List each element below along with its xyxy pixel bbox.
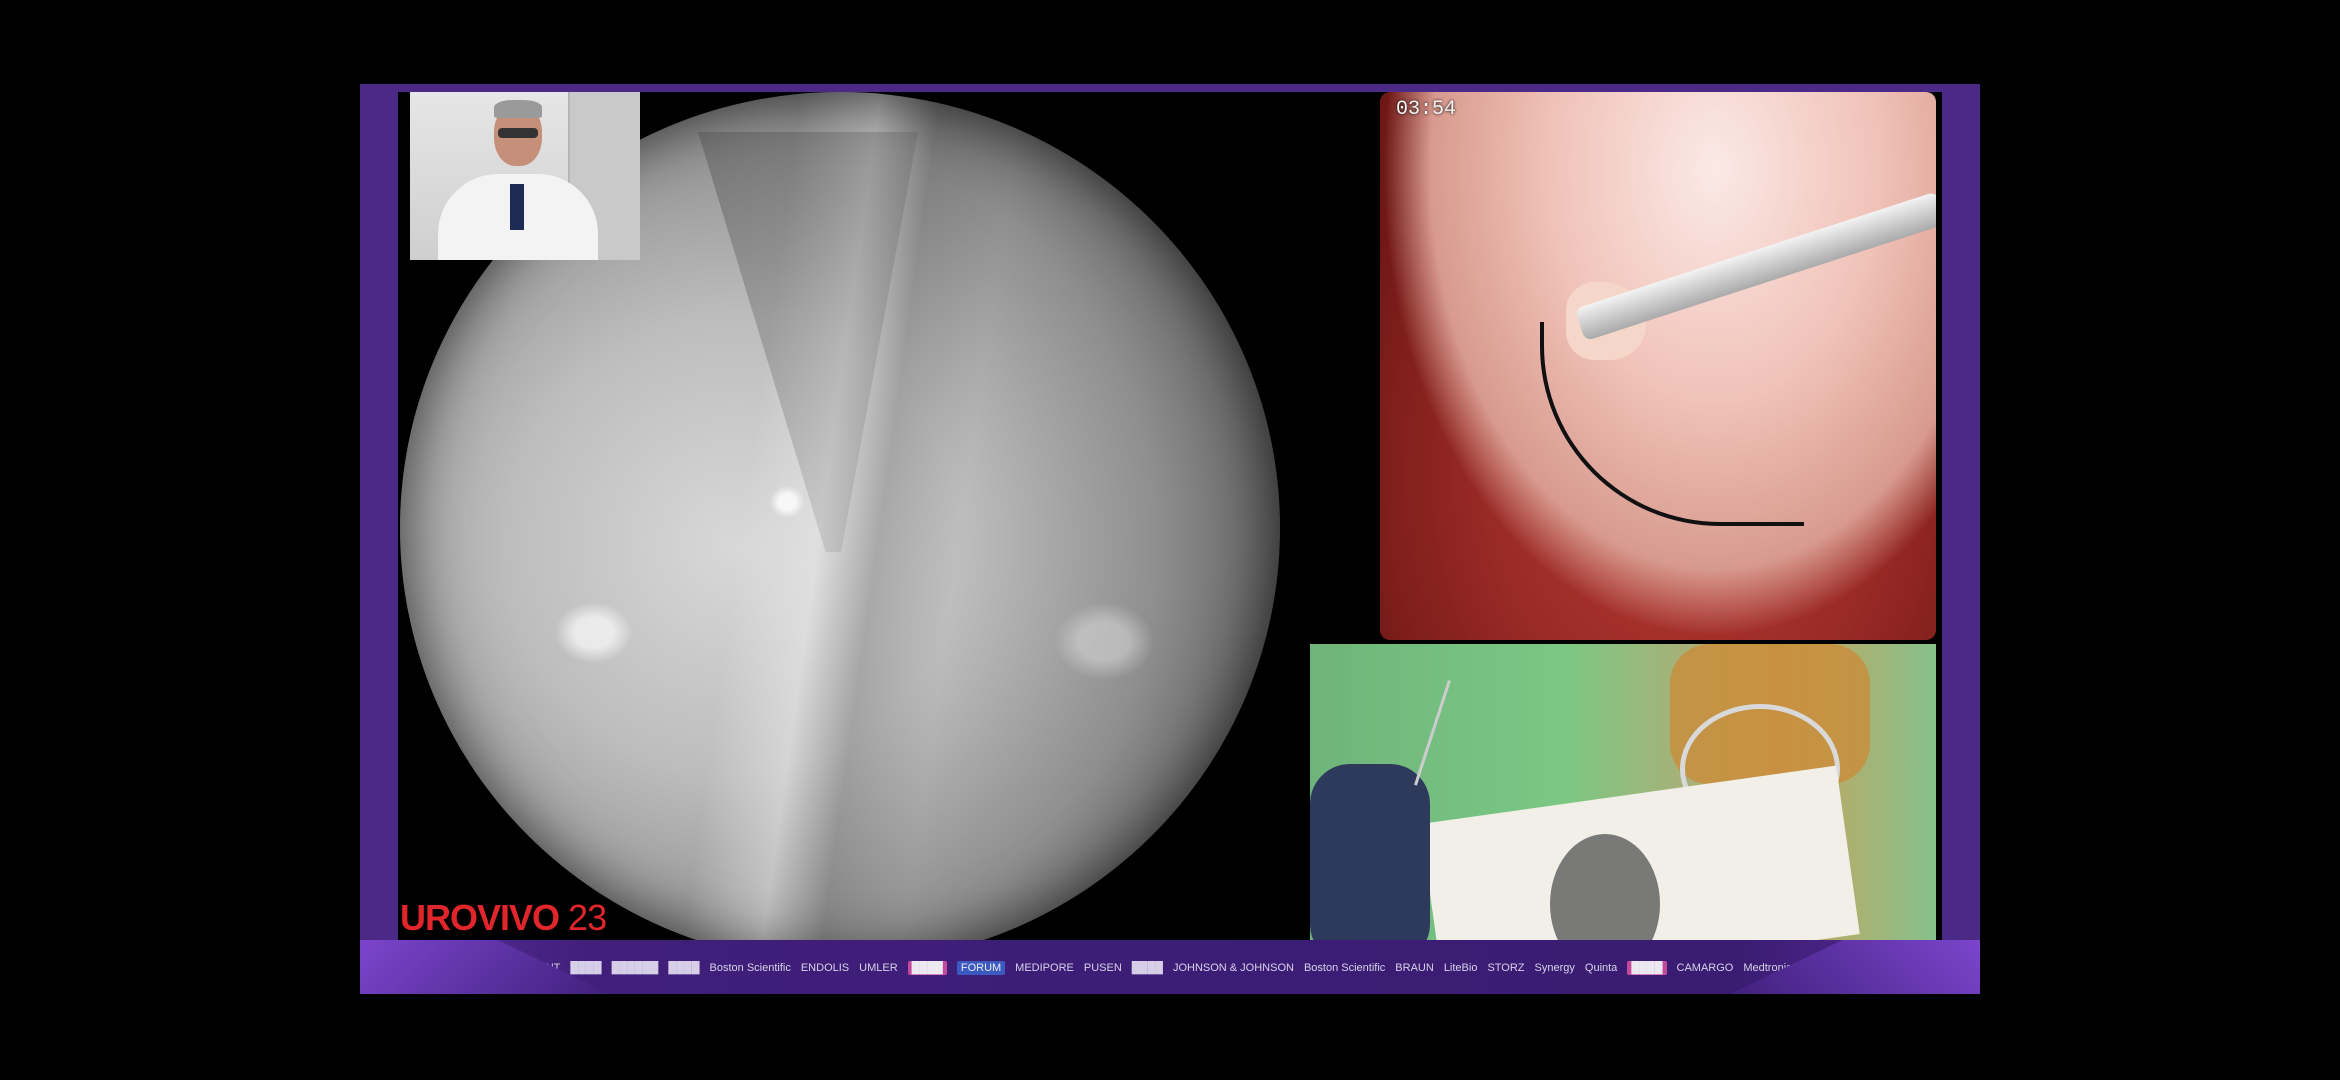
sponsor: PUSEN [1083, 962, 1122, 974]
surgeon-arm [1310, 764, 1430, 958]
presenter-camera [410, 92, 640, 260]
sponsor: JOHNSON & JOHNSON [1172, 962, 1294, 974]
guidewire [1540, 322, 1804, 526]
timestamp: 03:54 [1396, 98, 1457, 121]
sponsor: STORZ [1487, 962, 1525, 974]
sponsor: ████ [1131, 962, 1163, 974]
sponsor: UMLER [859, 962, 898, 974]
sponsor: FORUM [956, 961, 1006, 975]
sponsor: MEDIPORE [1015, 962, 1074, 974]
sponsor: BRAUN [1395, 962, 1434, 974]
sponsor: CAMARGO [1676, 962, 1734, 974]
presenter-hair [494, 100, 542, 118]
sponsor: ████ [1627, 961, 1667, 975]
sponsor: Boston Scientific [709, 962, 791, 974]
sponsor: Quinta [1584, 962, 1618, 974]
presenter-tie [510, 184, 524, 230]
sponsor: ENDOLIS [800, 962, 850, 974]
urovivo-logo: UROVIVO 23 [400, 897, 607, 939]
sponsor: Synergy [1534, 962, 1575, 974]
sponsor: ████ [907, 961, 947, 975]
instrument [1574, 191, 1936, 342]
sponsor: ████ [668, 962, 700, 974]
sponsors-bar: PROSENT ████ ██████ ████ Boston Scientif… [360, 940, 1980, 994]
surgical-clamp [1414, 680, 1489, 798]
sponsor-list: PROSENT ████ ██████ ████ Boston Scientif… [507, 956, 1833, 980]
secondary-endoscope-view: 03:54 [1380, 92, 1936, 640]
presenter-glasses [498, 128, 538, 138]
sponsor: ██████ [611, 962, 659, 974]
logo-text: UROVIVO [400, 897, 560, 938]
logo-year: 23 [568, 897, 607, 938]
video-canvas: UROVIVO 23 03:54 [398, 92, 1942, 964]
sponsor: Boston Scientific [1303, 962, 1386, 974]
sponsor: LiteBio [1443, 962, 1478, 974]
sponsor: ████ [570, 962, 602, 974]
operating-room-view [1310, 644, 1936, 958]
broadcast-frame: UROVIVO 23 03:54 PROSENT ████ ██████ ███… [360, 84, 1980, 994]
main-endoscope-view: UROVIVO 23 [398, 92, 1332, 964]
